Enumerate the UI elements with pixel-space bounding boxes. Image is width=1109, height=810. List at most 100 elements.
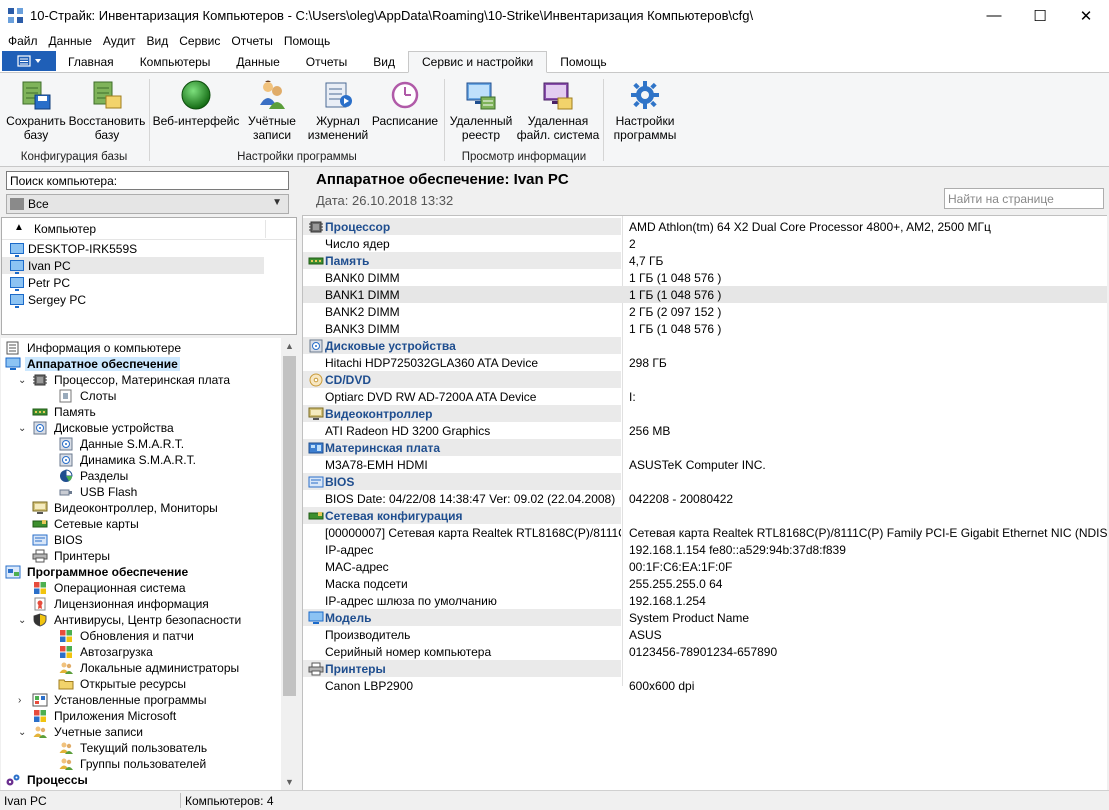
section-header-row[interactable]: Память 4,7 ГБ — [303, 252, 1107, 269]
table-row[interactable]: Optiarc DVD RW AD-7200A ATA Device I: — [303, 388, 1107, 405]
tab-help[interactable]: Помощь — [547, 52, 619, 72]
computer-row[interactable]: DESKTOP-IRK559S — [2, 240, 264, 257]
tab-view[interactable]: Вид — [360, 52, 408, 72]
table-row[interactable]: IP-адрес 192.168.1.154 fe80::a529:94b:37d… — [303, 541, 1107, 558]
section-header-row[interactable]: Дисковые устройства — [303, 337, 1107, 354]
table-row[interactable]: BANK2 DIMM 2 ГБ (2 097 152 ) — [303, 303, 1107, 320]
menu-data[interactable]: Данные — [45, 34, 96, 48]
web-interface-button[interactable]: Веб-интерфейс — [152, 79, 240, 128]
restore-db-button[interactable]: Восстановить базу — [68, 79, 146, 142]
computer-row[interactable]: Sergey PC — [2, 291, 264, 308]
menu-service[interactable]: Сервис — [175, 34, 224, 48]
remote-fs-button[interactable]: Удаленная файл. система — [516, 79, 600, 142]
minimize-button[interactable]: — — [971, 0, 1017, 31]
menu-reports[interactable]: Отчеты — [227, 34, 276, 48]
menu-view[interactable]: Вид — [143, 34, 173, 48]
remote-registry-button[interactable]: Удаленный реестр — [446, 79, 516, 142]
chevron-down-icon[interactable]: ⌄ — [18, 423, 26, 434]
computer-column-header[interactable]: ▲ Компьютер — [2, 218, 296, 240]
tree-item[interactable]: Обновления и патчи — [58, 628, 196, 644]
computer-search-input[interactable]: Поиск компьютера: — [6, 171, 289, 190]
schedule-button[interactable]: Расписание — [370, 79, 440, 128]
tree-item[interactable]: Информация о компьютере — [5, 340, 183, 356]
table-row[interactable]: Маска подсети 255.255.255.0 64 — [303, 575, 1107, 592]
tree-item[interactable]: Сетевые карты — [32, 516, 141, 532]
page-search-input[interactable]: Найти на странице — [944, 188, 1104, 209]
tree-item[interactable]: Группы пользователей — [58, 756, 208, 772]
section-header-row[interactable]: BIOS — [303, 473, 1107, 490]
section-header-row[interactable]: Материнская плата — [303, 439, 1107, 456]
accounts-button[interactable]: Учётные записи — [240, 79, 304, 142]
computer-row[interactable]: Ivan PC — [2, 257, 264, 274]
table-row[interactable]: Canon LBP2900 600x600 dpi — [303, 677, 1107, 694]
tree-item[interactable]: USB Flash — [58, 484, 139, 500]
scroll-up-icon[interactable]: ▲ — [285, 341, 294, 351]
section-header-row[interactable]: Процессор AMD Athlon(tm) 64 X2 Dual Core … — [303, 218, 1107, 235]
maximize-button[interactable]: ☐ — [1017, 0, 1063, 31]
tree-item[interactable]: Разделы — [58, 468, 130, 484]
tree-item[interactable]: Текущий пользователь — [58, 740, 209, 756]
program-settings-button[interactable]: Настройки программы — [608, 79, 682, 142]
chevron-down-icon[interactable]: ▼ — [272, 197, 282, 208]
table-row[interactable]: BANK3 DIMM 1 ГБ (1 048 576 ) — [303, 320, 1107, 337]
table-row[interactable]: BANK1 DIMM 1 ГБ (1 048 576 ) — [303, 286, 1107, 303]
tree-item[interactable]: Операционная система — [32, 580, 188, 596]
section-header-row[interactable]: Модель System Product Name — [303, 609, 1107, 626]
tree-item[interactable]: Программное обеспечение — [5, 564, 190, 580]
section-header-row[interactable]: Сетевая конфигурация — [303, 507, 1107, 524]
tree-item[interactable]: Данные S.M.A.R.T. — [58, 436, 186, 452]
tree-item[interactable]: Слоты — [58, 388, 118, 404]
tab-service-settings[interactable]: Сервис и настройки — [407, 51, 548, 73]
tree-item[interactable]: ⌄ Процессор, Материнская плата — [18, 372, 232, 388]
tree-item[interactable]: ⌄ Дисковые устройства — [18, 420, 176, 436]
chevron-down-icon[interactable]: ⌄ — [18, 615, 26, 626]
tree-item[interactable]: Память — [32, 404, 98, 420]
menu-help[interactable]: Помощь — [280, 34, 334, 48]
tree-item[interactable]: Принтеры — [32, 548, 112, 564]
table-row[interactable]: [00000007] Сетевая карта Realtek RTL8168… — [303, 524, 1109, 541]
section-header-row[interactable]: Принтеры — [303, 660, 1107, 677]
menu-audit[interactable]: Аудит — [99, 34, 140, 48]
tab-home[interactable]: Главная — [56, 52, 127, 72]
table-row[interactable]: ATI Radeon HD 3200 Graphics 256 MB — [303, 422, 1107, 439]
table-row[interactable]: Производитель ASUS — [303, 626, 1107, 643]
table-row[interactable]: IP-адрес шлюза по умолчанию 192.168.1.254 — [303, 592, 1107, 609]
chevron-down-icon[interactable]: ⌄ — [18, 727, 26, 738]
tab-reports[interactable]: Отчеты — [293, 52, 360, 72]
chevron-down-icon[interactable]: ⌄ — [18, 375, 26, 386]
table-row[interactable]: Число ядер 2 — [303, 235, 1107, 252]
tree-item[interactable]: Приложения Microsoft — [32, 708, 178, 724]
tab-computers[interactable]: Компьютеры — [127, 52, 224, 72]
scrollbar-thumb[interactable] — [283, 356, 296, 696]
tab-data[interactable]: Данные — [223, 52, 292, 72]
tree-item[interactable]: ⌄ Антивирусы, Центр безопасности — [18, 612, 243, 628]
tree-item[interactable]: Динамика S.M.A.R.T. — [58, 452, 198, 468]
tree-item[interactable]: Автозагрузка — [58, 644, 155, 660]
table-row[interactable]: BANK0 DIMM 1 ГБ (1 048 576 ) — [303, 269, 1107, 286]
section-header-row[interactable]: Видеоконтроллер — [303, 405, 1107, 422]
scroll-down-icon[interactable]: ▼ — [285, 777, 294, 787]
close-button[interactable]: ✕ — [1063, 0, 1109, 31]
computer-row[interactable]: Petr PC — [2, 274, 264, 291]
table-row[interactable]: Hitachi HDP725032GLA360 ATA Device 298 ГБ — [303, 354, 1107, 371]
app-menu-button[interactable] — [2, 51, 56, 71]
tree-item[interactable]: Открытые ресурсы — [58, 676, 188, 692]
table-row[interactable]: Серийный номер компьютера 0123456-7890123… — [303, 643, 1107, 660]
table-row[interactable]: M3A78-EMH HDMI ASUSTeK Computer INC. — [303, 456, 1107, 473]
tree-item[interactable]: Лицензионная информация — [32, 596, 211, 612]
table-row[interactable]: BIOS Date: 04/22/08 14:38:47 Ver: 09.02 … — [303, 490, 1107, 507]
menu-file[interactable]: Файл — [4, 34, 42, 48]
tree-item[interactable]: ⌄Процессы — [5, 772, 90, 788]
tree-item[interactable]: BIOS — [32, 532, 85, 548]
table-row[interactable]: MAC-адрес 00:1F:C6:EA:1F:0F — [303, 558, 1107, 575]
section-header-row[interactable]: CD/DVD — [303, 371, 1107, 388]
tree-item[interactable]: Аппаратное обеспечение — [5, 356, 180, 372]
tree-item[interactable]: ⌄ Учетные записи — [18, 724, 145, 740]
tree-item[interactable]: Локальные администраторы — [58, 660, 241, 676]
tree-item[interactable]: › Установленные программы — [18, 692, 209, 708]
tree-item[interactable]: Видеоконтроллер, Мониторы — [32, 500, 220, 516]
change-log-button[interactable]: Журнал изменений — [304, 79, 372, 142]
chevron-right-icon[interactable]: › — [18, 695, 21, 706]
save-db-button[interactable]: Сохранить базу — [4, 79, 68, 142]
computer-filter-select[interactable]: Все ▼ — [6, 194, 289, 214]
